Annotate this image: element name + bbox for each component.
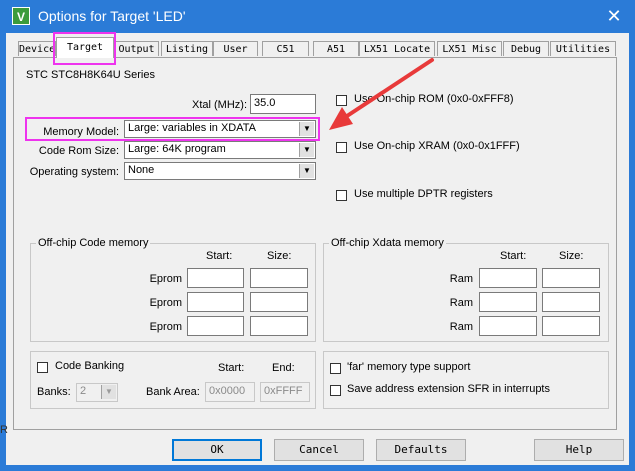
- annotation-arrow-layer: [329, 58, 434, 130]
- arrow-head-icon: [329, 107, 353, 130]
- annotation-arrow-shaft: [345, 58, 434, 118]
